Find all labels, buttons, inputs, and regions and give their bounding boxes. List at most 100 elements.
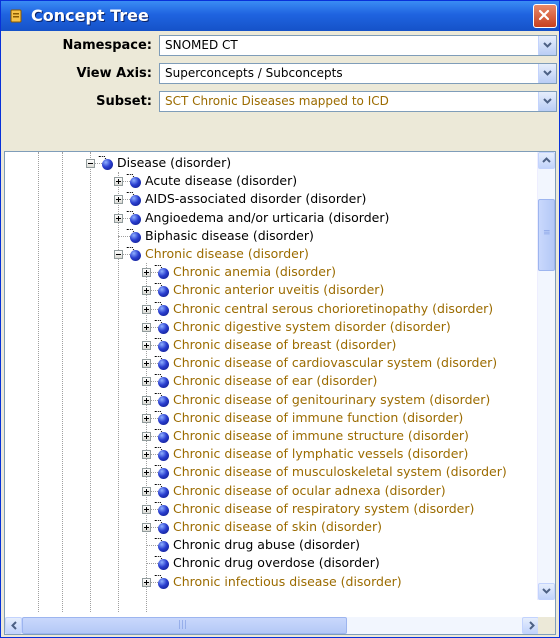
tree-node-label[interactable]: Chronic drug abuse (disorder)	[173, 537, 360, 553]
tree-node-label[interactable]: Chronic disease of immune structure (dis…	[173, 428, 469, 444]
expand-icon[interactable]	[142, 432, 151, 441]
subset-value: SCT Chronic Diseases mapped to ICD	[165, 94, 389, 108]
tree-node-label[interactable]: AIDS-associated disorder (disorder)	[145, 191, 366, 207]
expand-icon[interactable]	[142, 450, 151, 460]
expand-icon[interactable]	[142, 322, 151, 332]
expand-icon[interactable]	[142, 304, 151, 314]
tree-node-label[interactable]: Chronic disease of ocular adnexa (disord…	[173, 483, 446, 499]
close-button[interactable]	[533, 4, 557, 28]
namespace-dropdown-button[interactable]	[538, 36, 556, 55]
tree-node-label[interactable]: Chronic drug overdose (disorder)	[173, 555, 380, 571]
subset-label: Subset:	[96, 94, 152, 109]
concept-node-icon	[154, 429, 170, 443]
expand-icon[interactable]	[142, 468, 151, 478]
scrollbar-corner	[538, 617, 555, 634]
concept-node-icon	[154, 374, 170, 389]
concept-node-icon	[126, 210, 142, 225]
concept-node-icon	[154, 319, 170, 334]
expand-icon[interactable]	[114, 177, 123, 187]
view-axis-combo[interactable]: Superconcepts / Subconcepts	[159, 63, 557, 84]
collapse-icon[interactable]	[114, 250, 123, 259]
expand-icon[interactable]	[142, 377, 151, 387]
concept-node-icon	[126, 247, 142, 261]
namespace-label-row: Namespace:	[1, 35, 152, 57]
chevron-down-icon	[542, 588, 551, 594]
expand-icon[interactable]	[142, 341, 151, 350]
horizontal-scrollbar[interactable]: |||	[5, 617, 539, 634]
concept-tree[interactable]: Disease (disorder) Acute disease (disorde…	[4, 151, 556, 635]
concept-node-icon	[154, 447, 170, 462]
tree-node-label[interactable]: Chronic disease of respiratory system (d…	[173, 501, 474, 517]
expand-icon[interactable]	[142, 523, 151, 532]
title-bar[interactable]: Concept Tree	[1, 1, 559, 31]
chevron-down-icon	[543, 42, 552, 48]
concept-node-icon	[126, 174, 142, 189]
collapse-icon[interactable]	[86, 159, 95, 168]
concept-node-icon	[154, 538, 170, 553]
tree-node-label[interactable]: Biphasic disease (disorder)	[145, 228, 314, 244]
tree-node-label[interactable]: Chronic anemia (disorder)	[173, 264, 336, 280]
concept-node-icon	[154, 283, 170, 298]
vertical-scroll-thumb[interactable]: ≡	[538, 199, 555, 271]
tree-node-label[interactable]: Acute disease (disorder)	[145, 173, 297, 189]
view-axis-label-row: View Axis:	[1, 63, 152, 85]
tree-node-label[interactable]: Angioedema and/or urticaria (disorder)	[145, 210, 389, 226]
expand-icon[interactable]	[142, 268, 151, 278]
grip-icon: ≡	[543, 228, 551, 238]
concept-node-icon	[154, 483, 170, 498]
horizontal-scroll-thumb[interactable]: |||	[22, 617, 347, 634]
concept-node-icon	[126, 192, 142, 207]
expand-icon[interactable]	[142, 395, 151, 405]
concept-node-icon	[154, 556, 170, 571]
concept-node-icon	[154, 574, 170, 589]
concept-node-icon	[154, 356, 170, 371]
concept-node-icon	[154, 501, 170, 516]
tree-node-label[interactable]: Chronic disease of musculoskeletal syste…	[173, 464, 507, 480]
expand-icon[interactable]	[142, 413, 151, 423]
tree-node-label[interactable]: Chronic disease of immune function (diso…	[173, 410, 463, 426]
scroll-right-button[interactable]	[522, 617, 539, 634]
expand-icon[interactable]	[114, 195, 123, 205]
tree-node-label[interactable]: Chronic disease of ear (disorder)	[173, 373, 377, 389]
expand-icon[interactable]	[142, 286, 151, 296]
namespace-combo[interactable]: SNOMED CT	[159, 35, 557, 56]
subset-dropdown-button[interactable]	[538, 92, 556, 111]
namespace-value: SNOMED CT	[165, 38, 238, 52]
tree-guide-line	[38, 152, 39, 612]
tree-guide-line	[62, 152, 63, 612]
tree-node-label[interactable]: Chronic disease of cardiovascular system…	[173, 355, 497, 371]
expand-icon[interactable]	[142, 359, 151, 369]
concept-node-icon	[154, 410, 170, 425]
concept-node-icon	[154, 301, 170, 316]
app-icon	[10, 9, 22, 23]
namespace-label: Namespace:	[62, 38, 152, 53]
expand-icon[interactable]	[142, 486, 151, 496]
scroll-left-button[interactable]	[5, 617, 22, 634]
expand-icon[interactable]	[142, 577, 151, 587]
vertical-scrollbar[interactable]: ≡	[537, 152, 555, 600]
tree-node-label[interactable]: Chronic central serous chorioretinopathy…	[173, 301, 493, 317]
concept-node-icon	[154, 265, 170, 280]
chevron-down-icon	[543, 70, 552, 76]
concept-node-icon	[154, 465, 170, 480]
tree-node-label[interactable]: Chronic disease of genitourinary system …	[173, 392, 490, 408]
expand-icon[interactable]	[114, 213, 123, 223]
tree-guide-line	[118, 172, 119, 612]
tree-node-label[interactable]: Chronic digestive system disorder (disor…	[173, 319, 451, 335]
concept-tree-window: Concept Tree Namespace: SNOMED CT View A…	[0, 0, 560, 638]
tree-node-label[interactable]: Chronic disease of lymphatic vessels (di…	[173, 446, 468, 462]
view-axis-label: View Axis:	[76, 66, 152, 81]
tree-node-label[interactable]: Chronic infectious disease (disorder)	[173, 574, 402, 590]
tree-node-label[interactable]: Disease (disorder)	[117, 155, 231, 171]
view-axis-dropdown-button[interactable]	[538, 64, 556, 83]
scroll-up-button[interactable]	[538, 152, 555, 169]
tree-node-label[interactable]: Chronic disease (disorder)	[145, 246, 309, 262]
scroll-down-button[interactable]	[538, 583, 555, 600]
tree-node-label[interactable]: Chronic anterior uveitis (disorder)	[173, 282, 384, 298]
tree-node-label[interactable]: Chronic disease of breast (disorder)	[173, 337, 396, 353]
tree-guide-line	[90, 152, 91, 612]
subset-combo[interactable]: SCT Chronic Diseases mapped to ICD	[159, 91, 557, 112]
expand-icon[interactable]	[142, 504, 151, 514]
tree-node-label[interactable]: Chronic disease of skin (disorder)	[173, 519, 382, 535]
concept-node-icon	[154, 520, 170, 534]
